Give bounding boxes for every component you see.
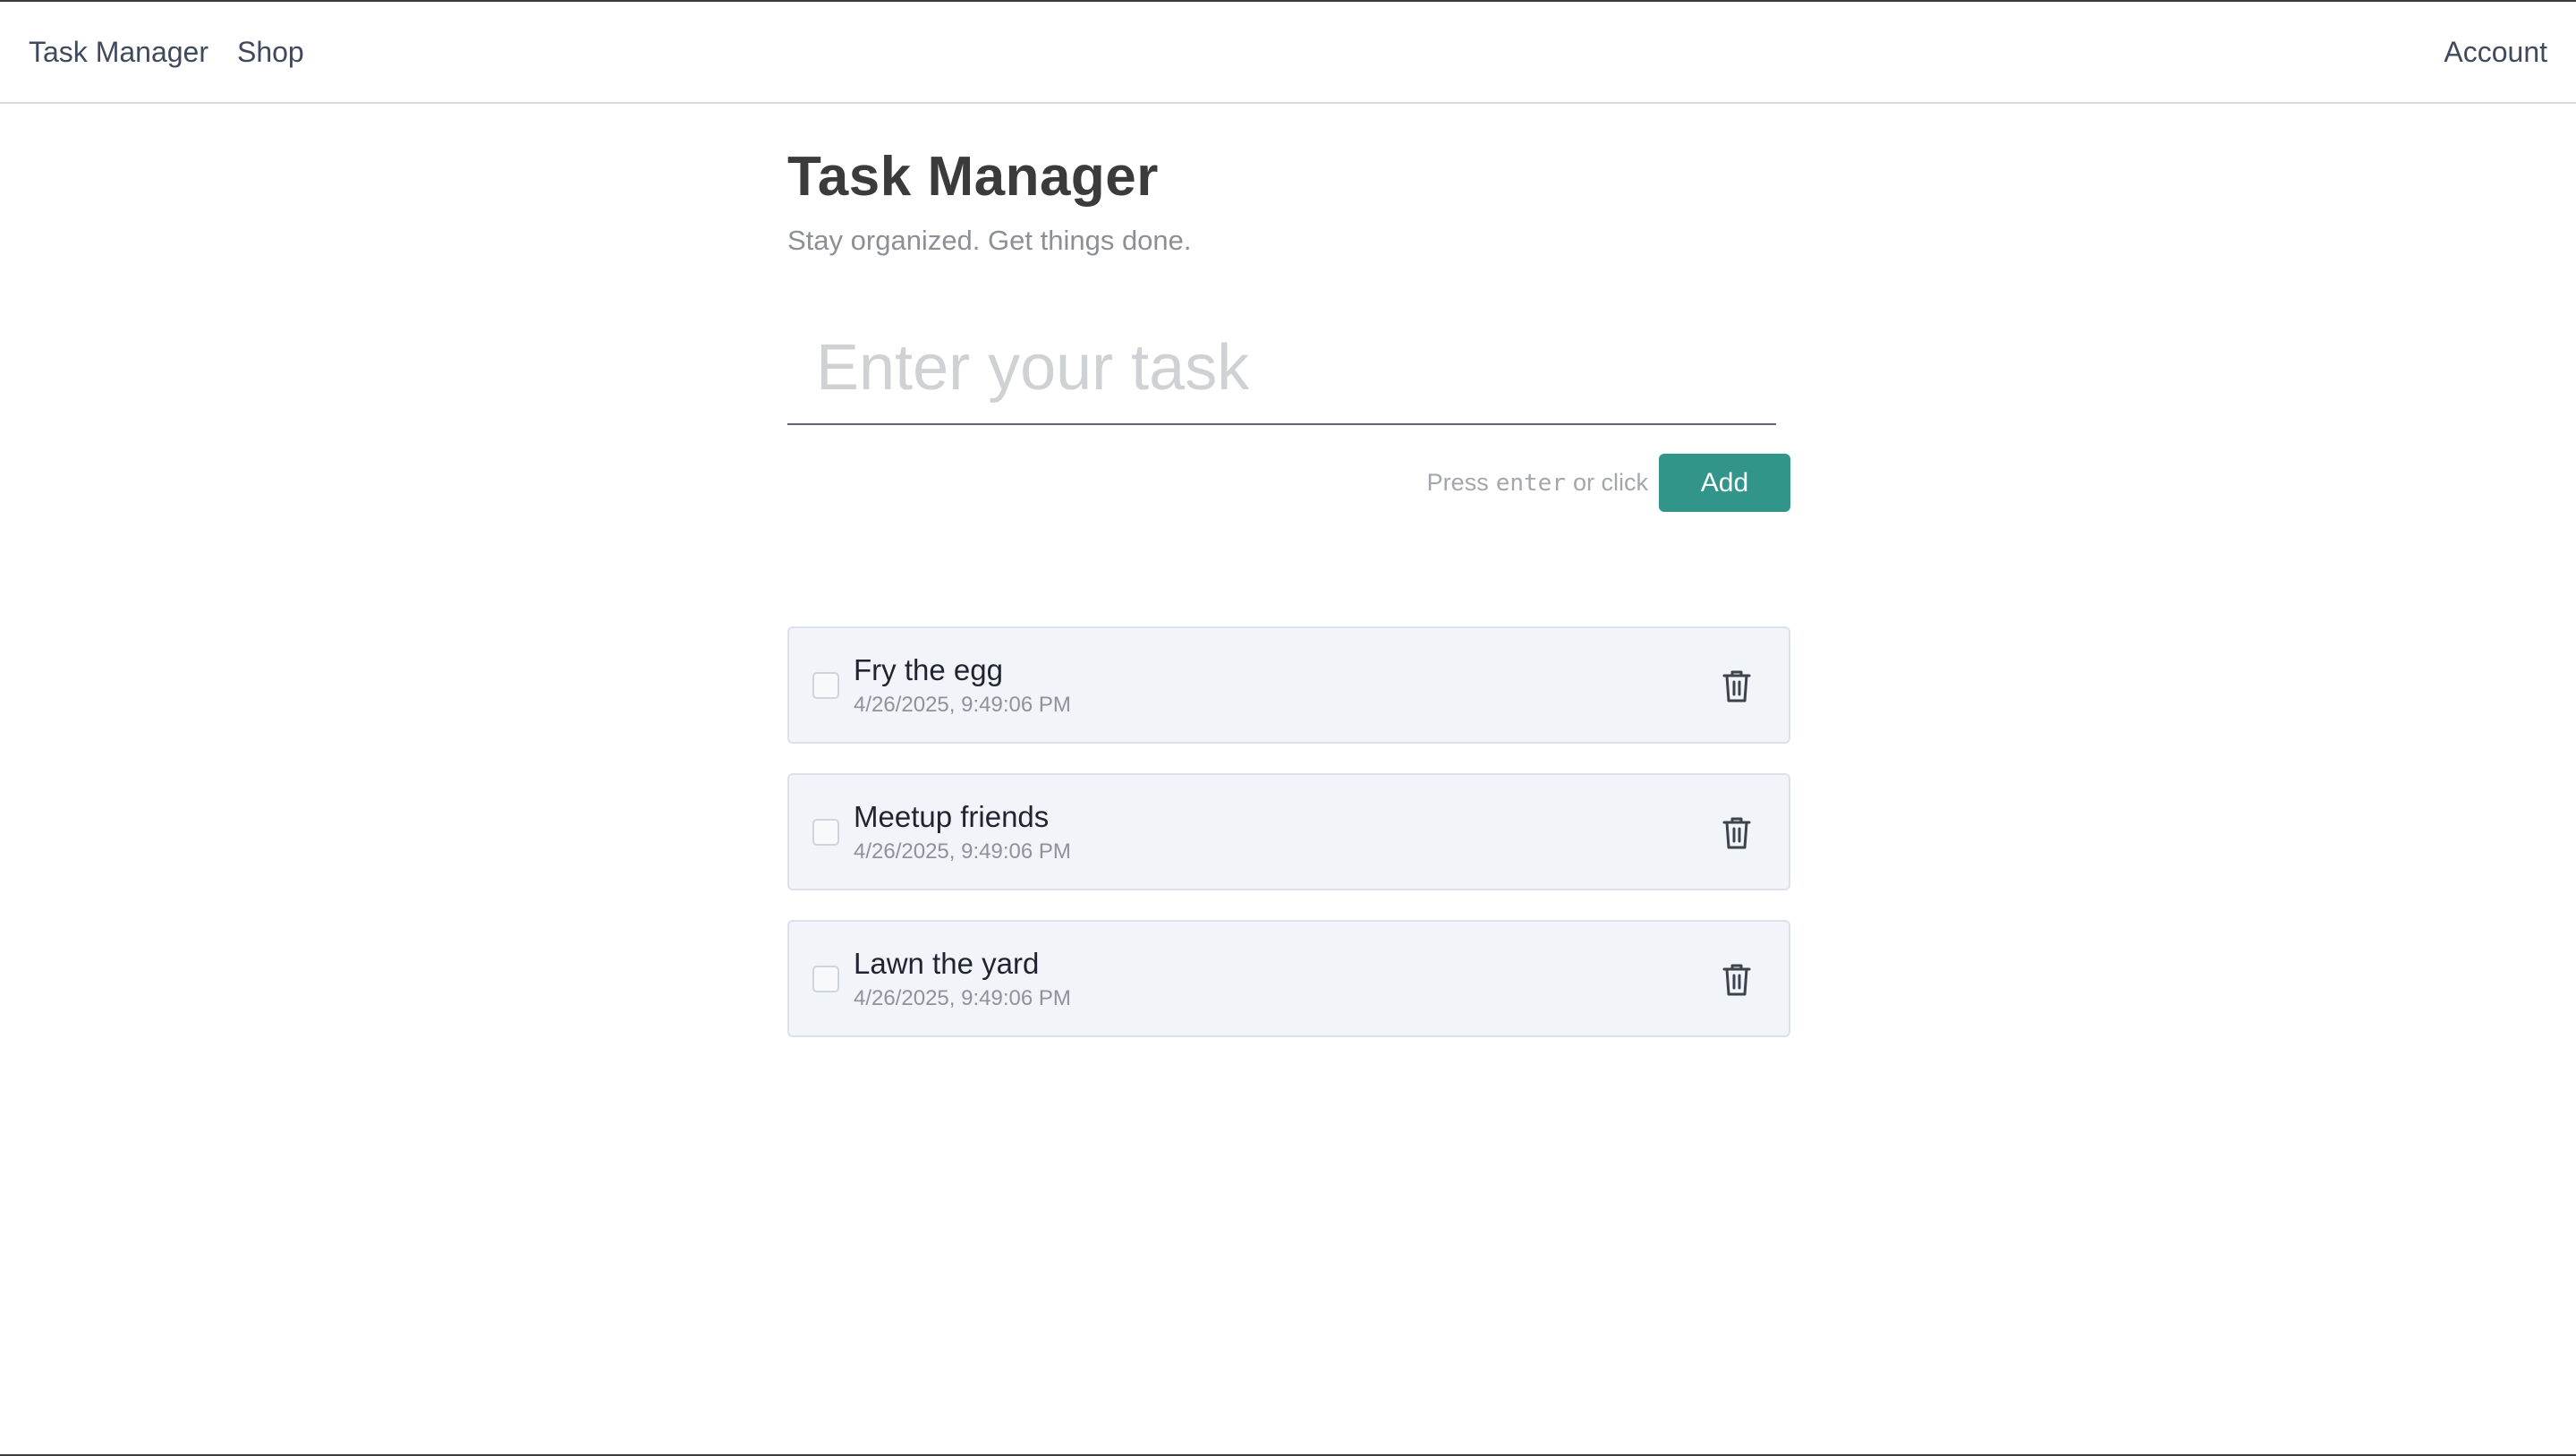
- add-button[interactable]: Add: [1659, 454, 1790, 512]
- task-checkbox[interactable]: [812, 965, 839, 992]
- add-hint: Press enter or click: [1427, 469, 1648, 497]
- task-checkbox[interactable]: [812, 818, 839, 846]
- nav-link-shop[interactable]: Shop: [237, 36, 304, 69]
- nav-left-group: Task Manager Shop: [29, 36, 304, 69]
- trash-icon: [1722, 964, 1751, 995]
- task-checkbox[interactable]: [812, 671, 839, 699]
- delete-task-button[interactable]: [1717, 959, 1756, 999]
- nav-link-task-manager[interactable]: Task Manager: [29, 36, 208, 69]
- task-item: Fry the egg 4/26/2025, 9:49:06 PM: [787, 626, 1790, 744]
- task-date: 4/26/2025, 9:49:06 PM: [854, 839, 1071, 864]
- task-title: Fry the egg: [854, 652, 1003, 686]
- main-content: Task Manager Stay organized. Get things …: [787, 145, 1790, 1037]
- add-row: Press enter or click Add: [787, 454, 1790, 512]
- task-item: Meetup friends 4/26/2025, 9:49:06 PM: [787, 773, 1790, 890]
- trash-icon: [1722, 670, 1751, 702]
- hint-suffix: or click: [1572, 469, 1648, 496]
- task-date: 4/26/2025, 9:49:06 PM: [854, 985, 1071, 1010]
- hint-key: enter: [1495, 469, 1566, 497]
- task-title: Meetup friends: [854, 799, 1050, 833]
- task-date: 4/26/2025, 9:49:06 PM: [854, 692, 1071, 717]
- top-navbar: Task Manager Shop Account: [0, 2, 2576, 104]
- trash-icon: [1722, 817, 1751, 848]
- task-text: Meetup friends 4/26/2025, 9:49:06 PM: [854, 800, 1071, 864]
- delete-task-button[interactable]: [1717, 666, 1756, 705]
- page-title: Task Manager: [787, 146, 1159, 208]
- nav-link-account[interactable]: Account: [2444, 36, 2547, 69]
- page-subtitle: Stay organized. Get things done.: [787, 225, 1192, 256]
- task-text: Lawn the yard 4/26/2025, 9:49:06 PM: [854, 947, 1071, 1011]
- delete-task-button[interactable]: [1717, 813, 1756, 852]
- task-item: Lawn the yard 4/26/2025, 9:49:06 PM: [787, 920, 1790, 1037]
- app-window: Task Manager Shop Account Task Manager S…: [0, 0, 2576, 1456]
- task-input[interactable]: [787, 312, 1776, 425]
- task-title: Lawn the yard: [854, 946, 1040, 980]
- task-list: Fry the egg 4/26/2025, 9:49:06 PM Meetup…: [787, 626, 1790, 1037]
- hint-prefix: Press: [1426, 469, 1489, 496]
- task-text: Fry the egg 4/26/2025, 9:49:06 PM: [854, 653, 1071, 718]
